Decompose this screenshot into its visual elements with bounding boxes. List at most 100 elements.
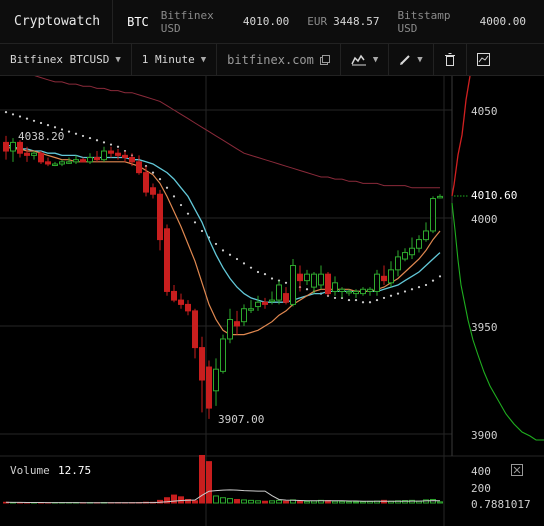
band-dot — [410, 288, 414, 291]
interval-dropdown[interactable]: 1 Minute ▼ — [132, 43, 218, 76]
indicator-icon — [351, 54, 366, 65]
candle-body — [178, 299, 184, 305]
ticker-strip: BTC Bitfinex USD 4010.00 EUR 3448.57 Bit… — [113, 9, 544, 35]
band-dot — [403, 290, 407, 293]
band-dot — [382, 296, 386, 300]
exchange-link[interactable]: bitfinex.com — [217, 43, 341, 76]
top-bar: Cryptowatch BTC Bitfinex USD 4010.00 EUR… — [0, 0, 544, 44]
volume-tick: 200 — [471, 482, 491, 495]
volume-bar — [283, 500, 289, 504]
candle-body — [318, 273, 324, 286]
candle-body — [143, 172, 149, 193]
candle-body — [276, 284, 282, 301]
volume-bar — [339, 500, 345, 504]
price-chart[interactable]: 4038.20 3907.00 4050 4000 3950 3900 4010… — [0, 76, 544, 526]
ticker-exchange[interactable]: EUR — [307, 15, 327, 28]
volume-bar — [297, 500, 303, 504]
volume-bar — [353, 501, 359, 504]
candle-body — [94, 157, 100, 161]
high-label: 4038.20 — [18, 130, 64, 143]
volume-bar — [311, 500, 317, 504]
clear-drawings-button[interactable] — [434, 43, 467, 76]
band-dot — [249, 266, 253, 269]
candle-body — [52, 163, 58, 166]
band-dot — [179, 203, 183, 207]
candle-body — [157, 193, 163, 241]
volume-bar — [248, 499, 254, 504]
candle-body — [66, 161, 72, 164]
candle-body — [199, 347, 205, 381]
market-label: Bitfinex BTCUSD — [10, 52, 110, 66]
candle-body — [213, 368, 219, 392]
volume-bar — [332, 500, 338, 504]
volume-bar — [213, 495, 219, 504]
band-dot — [438, 275, 442, 278]
band-dot — [88, 136, 92, 140]
candle-body — [297, 273, 303, 282]
band-dot — [235, 257, 239, 261]
volume-tick: 400 — [471, 465, 491, 478]
candle-body — [206, 366, 212, 409]
volume-bar — [241, 499, 247, 504]
band-dot — [221, 249, 225, 252]
candle-body — [185, 303, 191, 312]
volume-bar — [269, 500, 275, 504]
trash-icon — [444, 53, 455, 66]
candle-body — [80, 159, 86, 163]
band-dot — [109, 143, 113, 146]
volume-bar — [346, 501, 352, 504]
candle-body — [423, 230, 429, 241]
candle-body — [87, 157, 93, 163]
candle-body — [150, 187, 156, 195]
band-dot — [214, 242, 218, 246]
band-dot — [67, 130, 71, 133]
candle-body — [73, 159, 79, 163]
band-dot — [32, 119, 36, 122]
candle-body — [241, 308, 247, 323]
pencil-icon — [400, 54, 411, 65]
candle-body — [367, 288, 373, 292]
ticker-exchange[interactable]: Bitstamp USD — [398, 9, 474, 35]
candle-body — [416, 239, 422, 249]
candle-body — [262, 301, 268, 305]
band-dot — [158, 178, 162, 181]
candle-body — [402, 252, 408, 260]
candle-body — [381, 275, 387, 282]
candle-body — [220, 338, 226, 372]
market-dropdown[interactable]: Bitfinex BTCUSD ▼ — [0, 43, 132, 76]
band-dot — [242, 262, 246, 265]
candle-body — [227, 319, 233, 340]
band-dot — [305, 288, 309, 291]
candle-body — [3, 141, 9, 152]
brand-logo[interactable]: Cryptowatch — [0, 0, 114, 44]
candle-body — [17, 141, 23, 154]
candle-body — [353, 290, 359, 295]
candle-body — [234, 321, 240, 327]
indicators-button[interactable]: ▼ — [341, 43, 390, 76]
candle-body — [164, 228, 170, 292]
candle-body — [360, 288, 366, 295]
candle-body — [24, 152, 30, 156]
candle-body — [339, 288, 345, 292]
volume-value: 12.75 — [58, 464, 91, 477]
ticker-value: 4010.00 — [242, 15, 290, 28]
symbol-label[interactable]: BTC — [113, 15, 161, 29]
price-tick: 4000 — [471, 213, 498, 226]
exchange-link-label: bitfinex.com — [227, 52, 314, 67]
band-dot — [18, 115, 22, 118]
volume-bar — [192, 500, 198, 504]
band-dot — [165, 186, 169, 189]
band-dot — [361, 301, 365, 304]
low-label: 3907.00 — [218, 413, 264, 426]
candle-body — [122, 154, 128, 159]
external-link-icon — [319, 54, 330, 65]
stats-button[interactable] — [467, 44, 500, 76]
ticker-exchange[interactable]: Bitfinex USD — [161, 9, 237, 35]
draw-tools-button[interactable]: ▼ — [389, 43, 434, 76]
volume-bar — [255, 500, 261, 504]
band-dot — [263, 273, 267, 276]
band-dot — [417, 286, 421, 289]
band-dot — [270, 277, 274, 280]
band-dot — [4, 111, 8, 114]
band-dot — [354, 298, 358, 302]
